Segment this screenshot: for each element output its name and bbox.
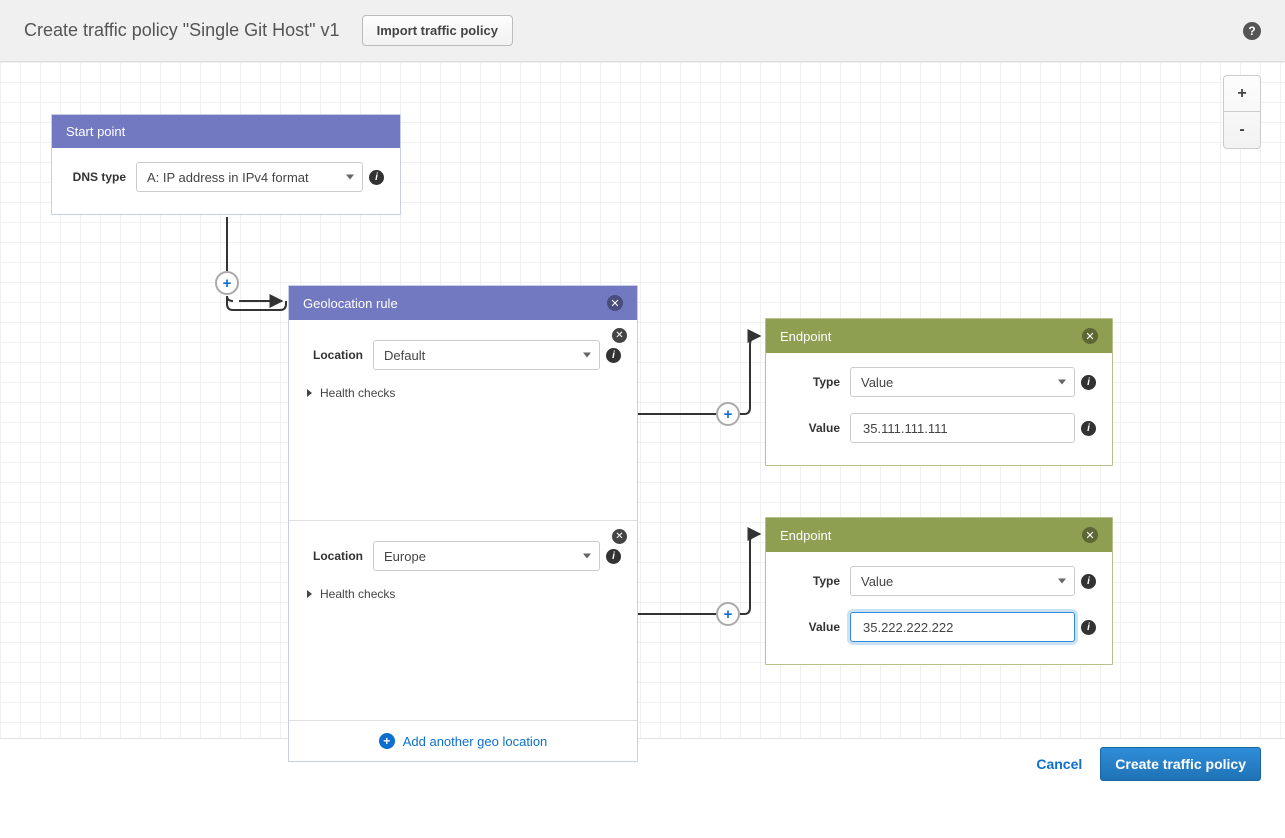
close-icon[interactable]: ✕ [1082, 328, 1098, 344]
value-field[interactable] [861, 420, 1050, 437]
geolocation-title: Geolocation rule [303, 296, 398, 311]
location-select[interactable]: Default [373, 340, 600, 370]
connector-add-button[interactable]: + [716, 602, 740, 626]
page-title: Create traffic policy "Single Git Host" … [24, 20, 340, 41]
value-label: Value [782, 620, 850, 634]
health-checks-toggle[interactable]: Health checks [305, 386, 621, 400]
type-select[interactable]: Value [850, 566, 1075, 596]
info-icon[interactable]: i [369, 170, 384, 185]
location-value: Default [384, 348, 425, 363]
endpoint-title: Endpoint [780, 528, 831, 543]
health-checks-toggle[interactable]: Health checks [305, 587, 621, 601]
chevron-right-icon [307, 389, 312, 397]
health-checks-label: Health checks [320, 587, 395, 601]
cancel-button[interactable]: Cancel [1036, 756, 1082, 772]
type-value: Value [861, 375, 893, 390]
dns-type-value: A: IP address in IPv4 format [147, 170, 309, 185]
chevron-down-icon [583, 554, 591, 559]
info-icon[interactable]: i [606, 549, 621, 564]
info-icon[interactable]: i [1081, 574, 1096, 589]
zoom-controls: + - [1223, 75, 1261, 149]
location-label: Location [305, 549, 373, 563]
type-label: Type [782, 574, 850, 588]
close-icon[interactable]: ✕ [612, 529, 627, 544]
health-checks-label: Health checks [320, 386, 395, 400]
import-policy-button[interactable]: Import traffic policy [362, 15, 513, 46]
chevron-down-icon [583, 353, 591, 358]
chevron-down-icon [1058, 380, 1066, 385]
start-point-title: Start point [66, 124, 125, 139]
endpoint-node[interactable]: Endpoint ✕ Type Value i Value i [765, 517, 1113, 665]
type-value: Value [861, 574, 893, 589]
value-field[interactable] [861, 619, 1050, 636]
value-input[interactable] [850, 612, 1075, 642]
chevron-down-icon [346, 175, 354, 180]
dns-type-select[interactable]: A: IP address in IPv4 format [136, 162, 363, 192]
chevron-right-icon [307, 590, 312, 598]
zoom-in-button[interactable]: + [1224, 76, 1260, 112]
add-geo-location-button[interactable]: + Add another geo location [289, 720, 637, 761]
close-icon[interactable]: ✕ [612, 328, 627, 343]
info-icon[interactable]: i [1081, 421, 1096, 436]
connector-add-button[interactable]: + [215, 271, 239, 295]
endpoint-header: Endpoint ✕ [766, 518, 1112, 552]
location-value: Europe [384, 549, 426, 564]
type-select[interactable]: Value [850, 367, 1075, 397]
close-icon[interactable]: ✕ [1082, 527, 1098, 543]
plus-icon: + [379, 733, 395, 749]
info-icon[interactable]: i [1081, 620, 1096, 635]
start-point-node[interactable]: Start point DNS type A: IP address in IP… [51, 114, 401, 215]
dns-type-label: DNS type [68, 170, 136, 184]
type-label: Type [782, 375, 850, 389]
endpoint-node[interactable]: Endpoint ✕ Type Value i Value i [765, 318, 1113, 466]
value-input[interactable] [850, 413, 1075, 443]
chevron-down-icon [1058, 579, 1066, 584]
endpoint-header: Endpoint ✕ [766, 319, 1112, 353]
endpoint-title: Endpoint [780, 329, 831, 344]
connector-add-button[interactable]: + [716, 402, 740, 426]
value-label: Value [782, 421, 850, 435]
add-geo-location-label: Add another geo location [403, 734, 548, 749]
start-point-header: Start point [52, 115, 400, 148]
geolocation-rule-node[interactable]: Geolocation rule ✕ ✕ Location Default i … [288, 285, 638, 762]
zoom-out-button[interactable]: - [1224, 112, 1260, 148]
geolocation-header: Geolocation rule ✕ [289, 286, 637, 320]
policy-canvas[interactable]: + - + + + Start point DNS type [0, 62, 1285, 788]
footer-bar: Cancel Create traffic policy [0, 738, 1285, 788]
close-icon[interactable]: ✕ [607, 295, 623, 311]
info-icon[interactable]: i [606, 348, 621, 363]
location-select[interactable]: Europe [373, 541, 600, 571]
info-icon[interactable]: i [1081, 375, 1096, 390]
create-policy-button[interactable]: Create traffic policy [1100, 747, 1261, 781]
location-label: Location [305, 348, 373, 362]
header-bar: Create traffic policy "Single Git Host" … [0, 0, 1285, 62]
help-icon[interactable]: ? [1243, 22, 1261, 40]
